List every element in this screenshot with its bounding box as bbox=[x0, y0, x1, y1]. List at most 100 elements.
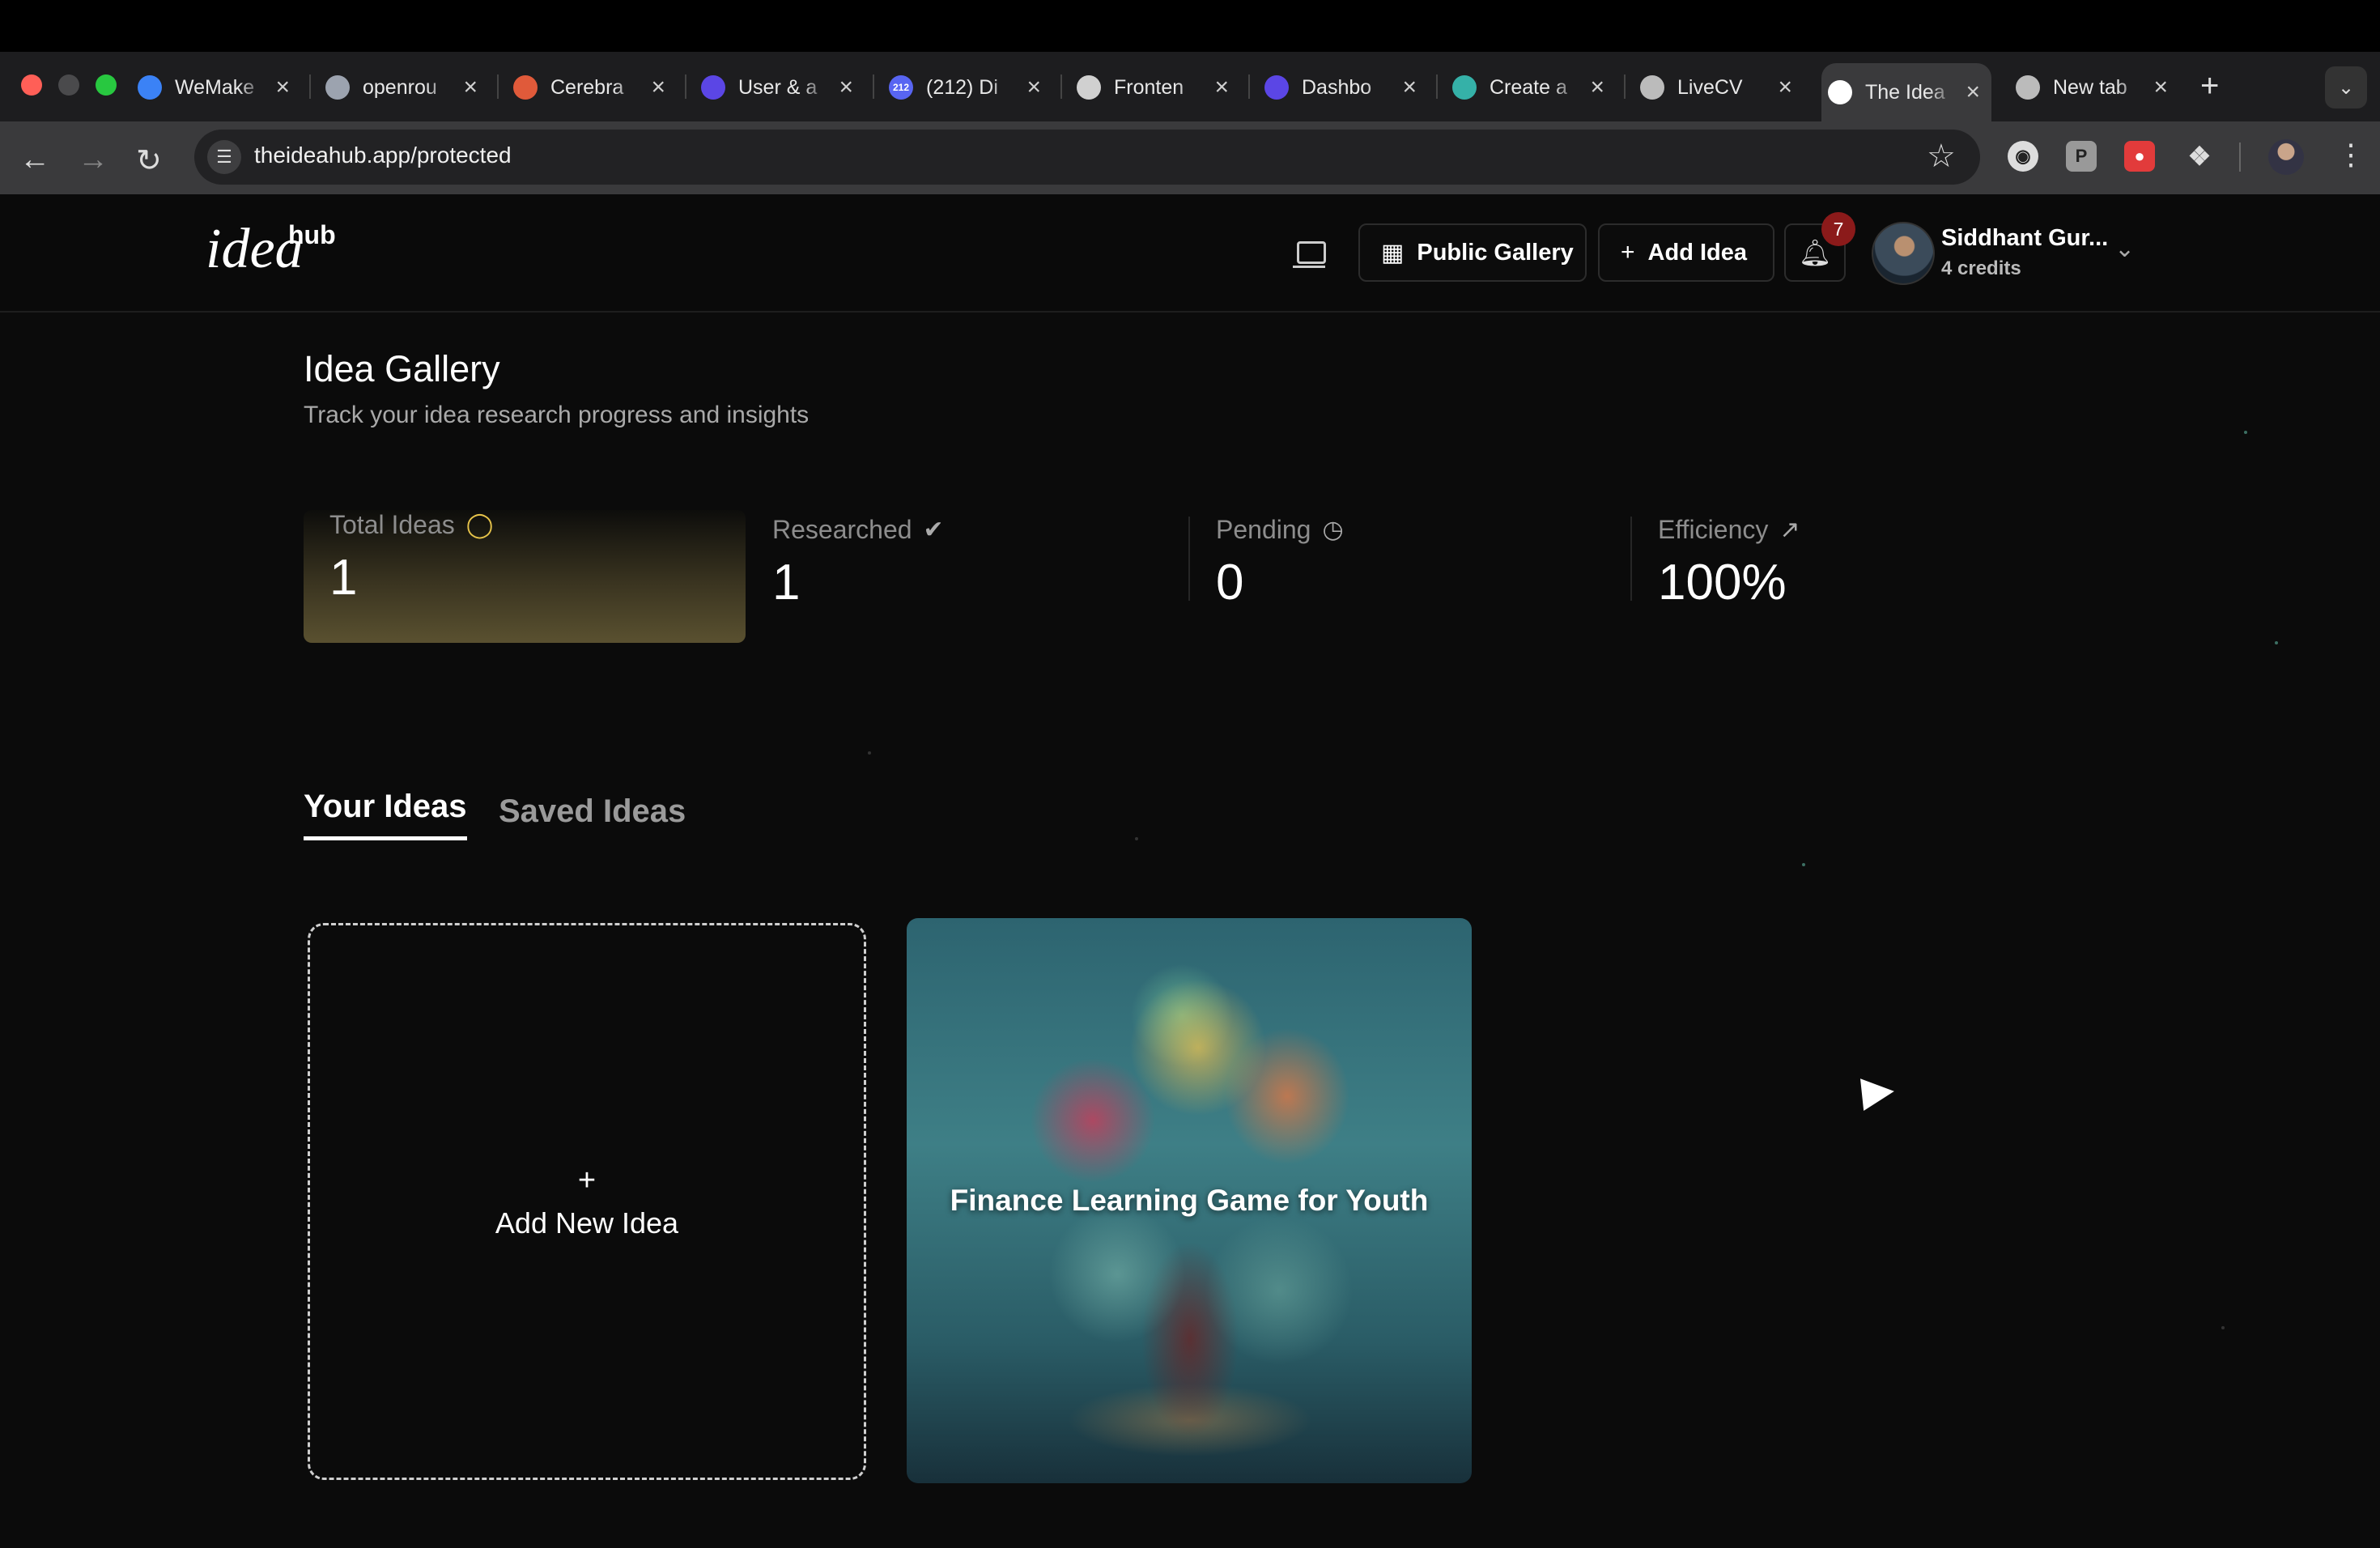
user-name[interactable]: Siddhant Gur... bbox=[1941, 225, 2108, 252]
close-tab-icon[interactable]: × bbox=[1402, 74, 1417, 101]
background-dot bbox=[2221, 1326, 2225, 1329]
stat-label: Total Ideas bbox=[329, 510, 455, 539]
browser-tab-title: New tab bbox=[2053, 75, 2127, 99]
add-idea-button[interactable]: + Add Idea bbox=[1598, 223, 1774, 282]
openrouter-icon bbox=[325, 75, 350, 100]
browser-tab[interactable]: New tab × bbox=[2009, 63, 2179, 112]
background-dot bbox=[2244, 431, 2247, 434]
clerk-icon bbox=[1264, 75, 1289, 100]
browser-tab-title: Create a bbox=[1490, 75, 1567, 99]
tab-divider bbox=[1436, 74, 1438, 99]
stat-value: 0 bbox=[1216, 555, 1244, 610]
extensions-puzzle-icon[interactable]: ❖ bbox=[2184, 141, 2215, 172]
app-header bbox=[0, 194, 2380, 313]
browser-tab-title: Dashbo bbox=[1302, 75, 1372, 99]
browser-tab[interactable]: 212 (212) Di × bbox=[882, 63, 1052, 112]
close-tab-icon[interactable]: × bbox=[1026, 74, 1041, 101]
close-tab-icon[interactable]: × bbox=[839, 74, 853, 101]
minimize-window-button[interactable] bbox=[58, 74, 79, 96]
window-titlebar bbox=[0, 0, 2380, 52]
ideahub-icon bbox=[1828, 80, 1852, 104]
background-dot bbox=[1135, 837, 1138, 840]
browser-tab-title: Cerebra bbox=[550, 75, 624, 99]
close-tab-icon[interactable]: × bbox=[275, 74, 290, 101]
user-credits: 4 credits bbox=[1941, 257, 2021, 279]
tab-divider bbox=[1624, 74, 1626, 99]
background-dot bbox=[1802, 863, 1805, 866]
lightbulb-icon: ◯ bbox=[465, 512, 494, 538]
stat-pending: Pending ◷ 0 bbox=[1190, 515, 1632, 643]
add-new-idea-card[interactable]: + Add New Idea bbox=[308, 923, 866, 1480]
close-tab-icon[interactable]: × bbox=[1966, 79, 1980, 106]
plus-icon: + bbox=[577, 1163, 597, 1197]
public-gallery-button[interactable]: ▦ Public Gallery bbox=[1358, 223, 1587, 282]
close-tab-icon[interactable]: × bbox=[2153, 74, 2168, 101]
back-arrow-icon[interactable]: ← bbox=[19, 142, 50, 177]
browser-menu-icon[interactable]: ⋮ bbox=[2336, 138, 2365, 172]
page-title: Idea Gallery bbox=[304, 348, 500, 389]
browser-tab[interactable]: Dashbo × bbox=[1258, 63, 1428, 112]
address-url[interactable]: theideahub.app/protected bbox=[254, 142, 512, 168]
browser-tab-title: User & a bbox=[738, 75, 818, 99]
user-avatar[interactable] bbox=[1872, 222, 1935, 285]
reload-icon[interactable]: ↻ bbox=[136, 142, 162, 179]
browser-tab-title: LiveCV bbox=[1677, 75, 1743, 99]
tab-search-button[interactable]: ⌄ bbox=[2325, 66, 2367, 108]
idea-card-title: Finance Learning Game for Youth bbox=[950, 1184, 1429, 1217]
laptop-icon[interactable] bbox=[1293, 241, 1326, 268]
tab-divider bbox=[873, 74, 874, 99]
stat-label: Researched bbox=[772, 515, 912, 544]
stat-label: Pending bbox=[1216, 515, 1311, 544]
stat-researched: Researched ✔ 1 bbox=[746, 515, 1188, 643]
stat-efficiency: Efficiency ↗ 100% bbox=[1632, 515, 2074, 643]
close-tab-icon[interactable]: × bbox=[651, 74, 665, 101]
stat-label: Efficiency bbox=[1658, 515, 1769, 544]
browser-tab[interactable]: WeMake × bbox=[131, 63, 301, 112]
stat-value: 1 bbox=[772, 555, 801, 610]
close-tab-icon[interactable]: × bbox=[1778, 74, 1792, 101]
cerebras-icon bbox=[513, 75, 538, 100]
tab-saved-ideas[interactable]: Saved Ideas bbox=[499, 793, 686, 830]
chrome-icon bbox=[2016, 75, 2040, 100]
close-tab-icon[interactable]: × bbox=[463, 74, 478, 101]
trending-up-icon: ↗ bbox=[1779, 517, 1800, 543]
extension-github-icon[interactable]: ◉ bbox=[2008, 141, 2038, 172]
toolbar-divider bbox=[2239, 142, 2241, 172]
page-subtitle: Track your idea research progress and in… bbox=[304, 402, 810, 428]
idea-card[interactable]: Finance Learning Game for Youth bbox=[907, 918, 1472, 1483]
browser-tab[interactable]: Fronten × bbox=[1070, 63, 1240, 112]
check-circle-icon: ✔ bbox=[923, 517, 944, 543]
site-settings-icon[interactable]: ☰ bbox=[207, 140, 241, 174]
extension-record-icon[interactable]: ● bbox=[2124, 141, 2155, 172]
chevron-down-icon[interactable]: ⌄ bbox=[2114, 235, 2135, 263]
maximize-window-button[interactable] bbox=[96, 74, 117, 96]
mouse-cursor-icon bbox=[1860, 1075, 1896, 1111]
tab-divider bbox=[309, 74, 311, 99]
browser-tab[interactable]: LiveCV × bbox=[1634, 63, 1804, 112]
new-tab-button[interactable]: + bbox=[2200, 68, 2219, 104]
forward-arrow-icon[interactable]: → bbox=[78, 142, 108, 177]
tab-divider bbox=[1248, 74, 1250, 99]
browser-tab[interactable]: Cerebra × bbox=[507, 63, 677, 112]
close-tab-icon[interactable]: × bbox=[1590, 74, 1604, 101]
tab-your-ideas[interactable]: Your Ideas bbox=[304, 789, 467, 840]
browser-tab[interactable]: The Idea × bbox=[1821, 63, 1991, 121]
browser-tab-title: Fronten bbox=[1114, 75, 1184, 99]
stat-value: 1 bbox=[329, 550, 358, 606]
logo-hub-text[interactable]: hub bbox=[288, 220, 336, 250]
browser-tab-title: openrou bbox=[363, 75, 437, 99]
diamond-icon bbox=[1452, 75, 1477, 100]
browser-tab[interactable]: User & a × bbox=[695, 63, 865, 112]
background-dot bbox=[2275, 641, 2278, 644]
extension-p-icon[interactable]: P bbox=[2066, 141, 2097, 172]
close-window-button[interactable] bbox=[21, 74, 42, 96]
browser-tab[interactable]: Create a × bbox=[1446, 63, 1616, 112]
browser-profile-avatar[interactable] bbox=[2268, 139, 2304, 175]
add-idea-label: Add Idea bbox=[1647, 239, 1747, 266]
browser-tab[interactable]: openrou × bbox=[319, 63, 489, 112]
bookmark-star-icon[interactable]: ☆ bbox=[1927, 138, 1956, 175]
close-tab-icon[interactable]: × bbox=[1214, 74, 1229, 101]
notification-count-badge: 7 bbox=[1821, 212, 1855, 246]
plus-icon: + bbox=[1621, 239, 1635, 266]
openai-icon bbox=[1077, 75, 1101, 100]
